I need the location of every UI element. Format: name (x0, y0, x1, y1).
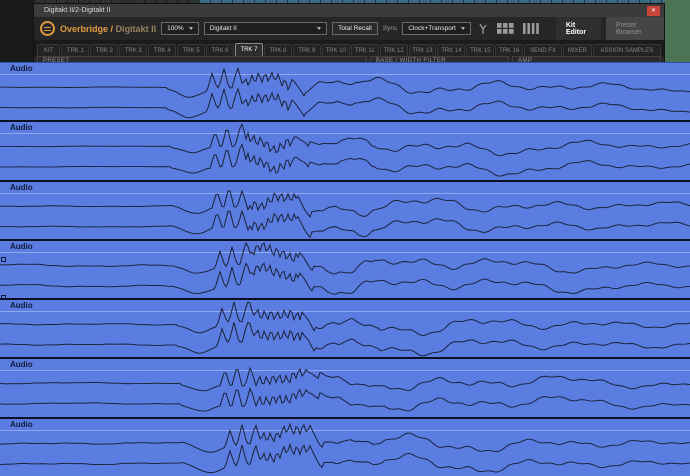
chevron-down-icon (317, 27, 322, 30)
desktop-backdrop: Digitakt II/2-Digitakt II ✕ Overbridge /… (0, 0, 690, 476)
audio-waveform (0, 188, 690, 238)
kit-editor-tab[interactable]: Kit Editor (555, 17, 601, 40)
audio-waveform (0, 67, 690, 119)
audio-lane[interactable]: Audio (0, 298, 690, 358)
audio-lane[interactable]: Audio (0, 357, 690, 417)
tab-assign-samples[interactable]: ASSIGN SAMPLES (592, 44, 661, 56)
audio-waveform (0, 123, 690, 177)
overbridge-plugin-window: Digitakt II/2-Digitakt II ✕ Overbridge /… (34, 4, 664, 62)
loop-marker-icon (1, 256, 6, 262)
tab-trk-12[interactable]: TRK 12 (379, 44, 408, 56)
tab-trk-7[interactable]: TRK 7 (234, 43, 263, 56)
tab-trk-1[interactable]: TRK 1 (61, 44, 90, 56)
audio-lane[interactable]: Audio (0, 179, 690, 239)
sync-select-value: Clock+Transport (408, 25, 456, 32)
pad-grid-icon[interactable] (496, 23, 514, 34)
brand-title: Overbridge / Digitakt II (60, 23, 157, 34)
audio-lane[interactable]: Audio (0, 62, 690, 121)
audio-lanes: Audio Audio Audio Audio Audio Audio Audio (0, 62, 690, 476)
total-recall-button[interactable]: Total Recall (332, 22, 378, 35)
desktop-green-area (665, 0, 690, 64)
tab-trk-14[interactable]: TRK 14 (437, 44, 466, 56)
toolbar: Overbridge / Digitakt II 100% Digitakt I… (34, 17, 664, 40)
zoom-value: 100% (167, 25, 184, 32)
sync-select[interactable]: Clock+Transport (402, 22, 471, 35)
tab-trk-9[interactable]: TRK 9 (292, 44, 321, 56)
audio-waveform (0, 367, 690, 413)
close-icon: ✕ (650, 7, 657, 14)
midi-routing-icon[interactable] (478, 23, 488, 35)
tab-trk-4[interactable]: TRK 4 (148, 44, 177, 56)
zoom-select[interactable]: 100% (161, 22, 199, 35)
window-titlebar[interactable]: Digitakt II/2-Digitakt II ✕ (34, 4, 664, 17)
track-levels-icon[interactable] (522, 23, 539, 34)
device-select-value: Digitakt II (209, 25, 237, 32)
tab-trk-16[interactable]: TRK 16 (495, 44, 524, 56)
tab-trk-8[interactable]: TRK 8 (263, 44, 292, 56)
audio-lane[interactable]: Audio (0, 120, 690, 180)
track-tabs: KIT TRK 1 TRK 2 TRK 3 TRK 4 TRK 5 TRK 6 TRK 7 TR… (34, 40, 664, 56)
tab-send-fx[interactable]: SEND FX (524, 44, 562, 56)
preset-browser-button[interactable]: Preset Browser (605, 17, 664, 40)
tab-trk-10[interactable]: TRK 10 (321, 44, 350, 56)
tab-trk-15[interactable]: TRK 15 (466, 44, 495, 56)
brand-device-name: Digitakt II (115, 23, 157, 34)
audio-lane[interactable]: Audio (0, 238, 690, 299)
tab-trk-11[interactable]: TRK 11 (350, 44, 379, 56)
tab-kit[interactable]: KIT (37, 44, 61, 56)
window-title: Digitakt II/2-Digitakt II (44, 7, 111, 14)
chevron-down-icon (460, 27, 465, 30)
tab-trk-6[interactable]: TRK 6 (206, 44, 234, 56)
tab-trk-13[interactable]: TRK 13 (408, 44, 437, 56)
chevron-down-icon (188, 27, 193, 30)
close-button[interactable]: ✕ (647, 5, 660, 16)
sync-label: Sync (382, 25, 398, 32)
audio-waveform (0, 241, 690, 295)
audio-waveform (0, 422, 690, 473)
device-select[interactable]: Digitakt II (203, 22, 328, 35)
tab-trk-3[interactable]: TRK 3 (119, 44, 148, 56)
tab-trk-2[interactable]: TRK 2 (90, 44, 119, 56)
tab-trk-5[interactable]: TRK 5 (177, 44, 206, 56)
tab-mixer[interactable]: MIXER (562, 44, 592, 56)
audio-waveform (0, 301, 690, 357)
elektron-logo-icon (40, 21, 55, 36)
audio-lane[interactable]: Audio (0, 416, 690, 476)
